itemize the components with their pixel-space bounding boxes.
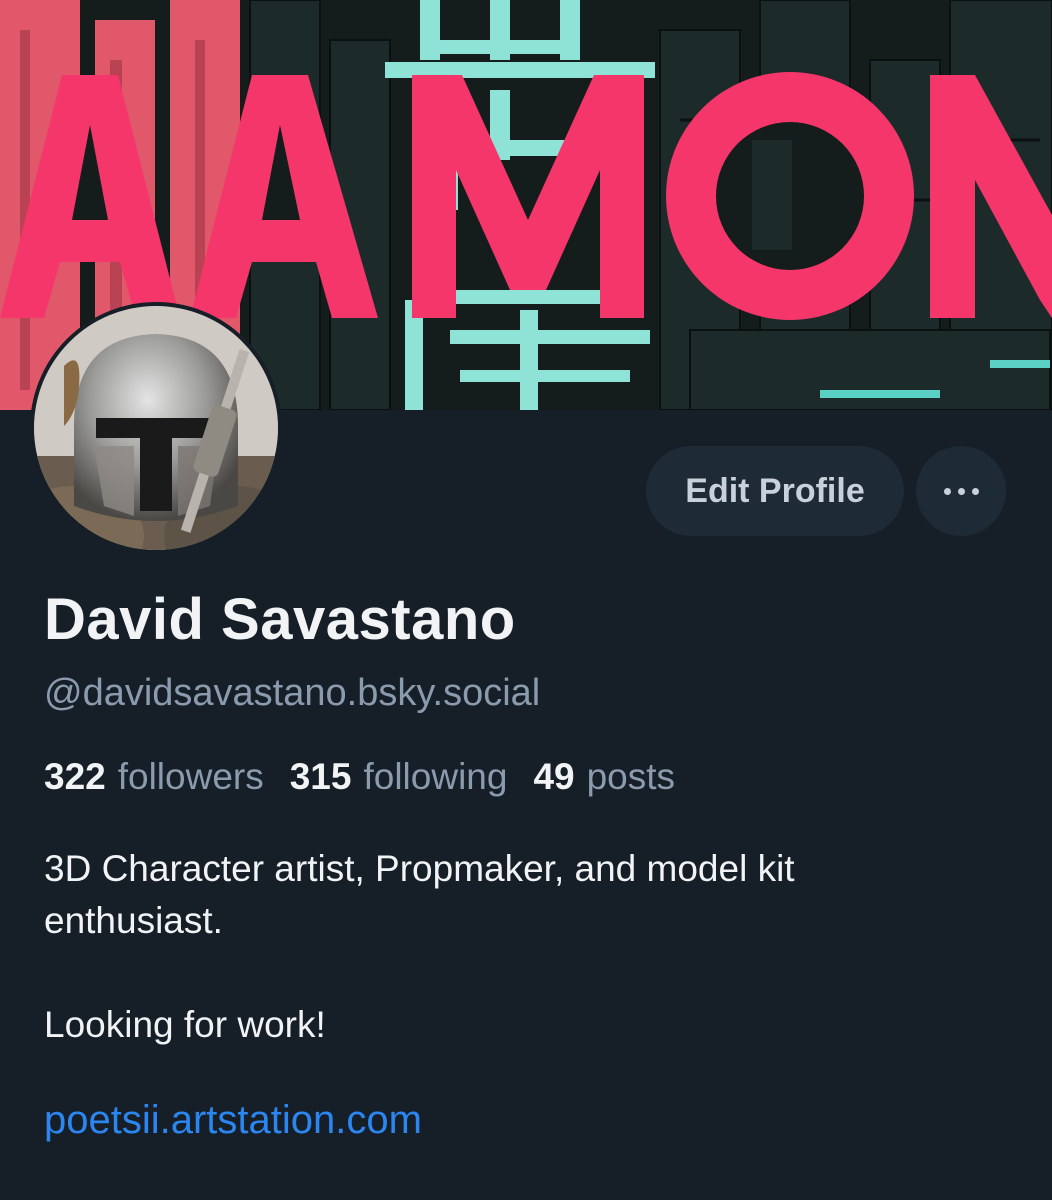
profile-link[interactable]: poetsii.artstation.com (44, 1098, 422, 1143)
edit-profile-label: Edit Profile (685, 471, 865, 510)
profile-bio: 3D Character artist, Propmaker, and mode… (44, 843, 1004, 1051)
posts-count: 49 (533, 756, 575, 797)
profile-handle: @davidsavastano.bsky.social (44, 672, 541, 714)
bio-line: Looking for work! (44, 1004, 326, 1045)
following-label: following (363, 756, 508, 797)
followers-label: followers (117, 756, 264, 797)
posts-stat: 49 posts (533, 756, 675, 798)
more-options-button[interactable] (916, 446, 1006, 536)
following-stat[interactable]: 315 following (290, 756, 508, 798)
followers-count: 322 (44, 756, 106, 797)
following-count: 315 (289, 756, 352, 797)
profile-stats: 322 followers 315 following 49 posts (44, 756, 701, 798)
avatar[interactable] (30, 302, 282, 554)
edit-profile-button[interactable]: Edit Profile (646, 446, 904, 536)
followers-stat[interactable]: 322 followers (44, 756, 264, 798)
bio-line: 3D Character artist, Propmaker, and mode… (44, 848, 795, 889)
posts-label: posts (586, 756, 676, 797)
bio-line: enthusiast. (44, 900, 223, 941)
ellipsis-icon (943, 487, 979, 495)
display-name: David Savastano (44, 587, 516, 652)
